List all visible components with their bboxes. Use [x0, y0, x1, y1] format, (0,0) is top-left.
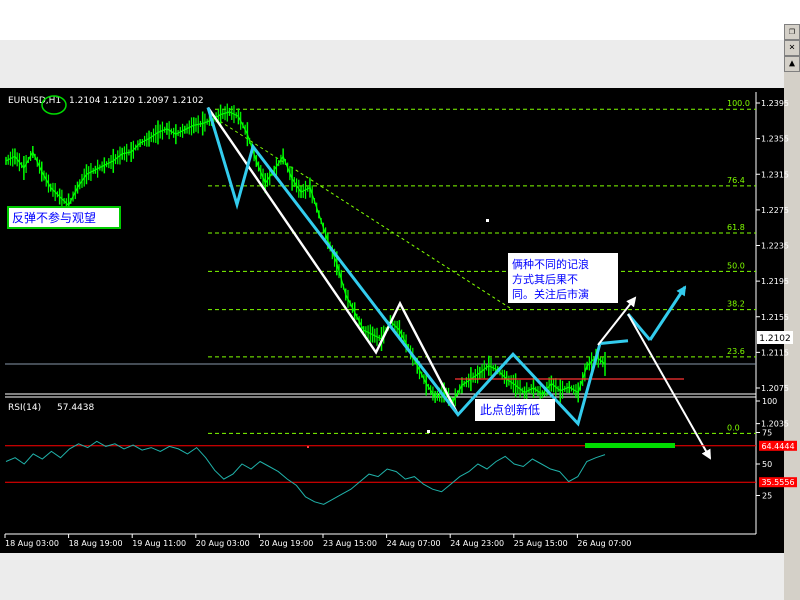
rsi-line [5, 440, 606, 505]
fib-level-label: 61.8 [727, 223, 745, 232]
fib-level-label: 0.0 [727, 423, 740, 432]
annotation-right-line: 方式其后果不 [512, 272, 578, 286]
projection-white-up-arrow[interactable] [597, 296, 637, 346]
time-tick-label: 26 Aug 07:00 [577, 539, 631, 548]
fib-level-label: 76.4 [727, 176, 745, 185]
time-tick-label: 23 Aug 15:00 [323, 539, 377, 548]
price-tick-label: 1.2035 [761, 420, 789, 429]
time-axis: 18 Aug 03:00 18 Aug 19:00 19 Aug 11:00 20 A… [4, 534, 631, 548]
price-tick-label: 1.2115 [761, 348, 789, 357]
time-tick-label: 18 Aug 03:00 [5, 539, 59, 548]
annotation-bottom[interactable]: 此点创新低 [475, 399, 555, 421]
annotation-left[interactable]: 反弹不参与观望 [7, 206, 121, 229]
ohlc-label: 1.2104 1.2120 1.2097 1.2102 [69, 96, 204, 106]
time-tick-label: 18 Aug 19:00 [69, 539, 123, 548]
projection-white-down-arrow[interactable] [627, 313, 711, 460]
marker-dot [486, 219, 489, 222]
rsi-tick-label: 25 [762, 492, 772, 501]
fib-level-label: 100.0 [727, 99, 750, 108]
current-price-label: 1.2102 [759, 334, 791, 344]
wave-count-white[interactable] [207, 106, 460, 416]
price-tick-label: 1.2075 [761, 384, 789, 393]
time-tick-label: 24 Aug 07:00 [387, 539, 441, 548]
fib-level-label: 50.0 [727, 261, 745, 270]
price-tick-label: 1.2275 [761, 206, 789, 215]
time-tick-label: 24 Aug 23:00 [450, 539, 504, 548]
price-tick-label: 1.2395 [761, 99, 789, 108]
annotation-right[interactable]: 俩种不同的记浪 方式其后果不 同。关注后市演 [508, 253, 618, 303]
dashed-trendline[interactable] [214, 117, 511, 309]
annotation-bottom-text: 此点创新低 [480, 402, 540, 417]
fib-level-label: 38.2 [727, 300, 745, 309]
marker-dot [427, 430, 430, 433]
time-tick-label: 19 Aug 11:00 [132, 539, 186, 548]
time-tick-label: 25 Aug 15:00 [514, 539, 568, 548]
projection-cyan-up-arrow[interactable] [648, 285, 687, 341]
price-tick-label: 1.2195 [761, 277, 789, 286]
symbol-label: EURUSD,H1 [8, 96, 61, 106]
price-tick-label: 1.2155 [761, 313, 789, 322]
rsi-tick-label: 50 [762, 460, 772, 469]
rsi-tick-label: 100 [762, 397, 777, 406]
fibonacci-retracement[interactable]: 100.0 76.4 61.8 50.0 38.2 23.6 0.0 [208, 99, 756, 434]
annotation-left-text: 反弹不参与观望 [12, 210, 96, 225]
rsi-value: 57.4438 [57, 403, 94, 413]
rsi-highlight-bar [585, 443, 675, 448]
price-axis: 1.2395 1.2355 1.2315 1.2275 1.2235 1.2195 1.21… [756, 99, 789, 429]
price-tick-label: 1.2315 [761, 170, 789, 179]
price-tick-label: 1.2355 [761, 135, 789, 144]
rsi-upper-level-label: 64.4444 [761, 442, 794, 451]
eurusd-h1-chart[interactable]: 1.2395 1.2355 1.2315 1.2275 1.2235 1.2195 1.21… [0, 0, 800, 600]
fib-level-label: 23.6 [727, 347, 745, 356]
time-tick-label: 20 Aug 19:00 [259, 539, 313, 548]
rsi-label: RSI(14) [8, 403, 41, 413]
annotation-right-line: 同。关注后市演 [512, 287, 589, 301]
price-tick-label: 1.2235 [761, 242, 789, 251]
rsi-tick-label: 75 [762, 429, 772, 438]
annotation-right-line: 俩种不同的记浪 [512, 257, 589, 271]
time-tick-label: 20 Aug 03:00 [196, 539, 250, 548]
rsi-lower-level-label: 35.5556 [761, 478, 794, 487]
